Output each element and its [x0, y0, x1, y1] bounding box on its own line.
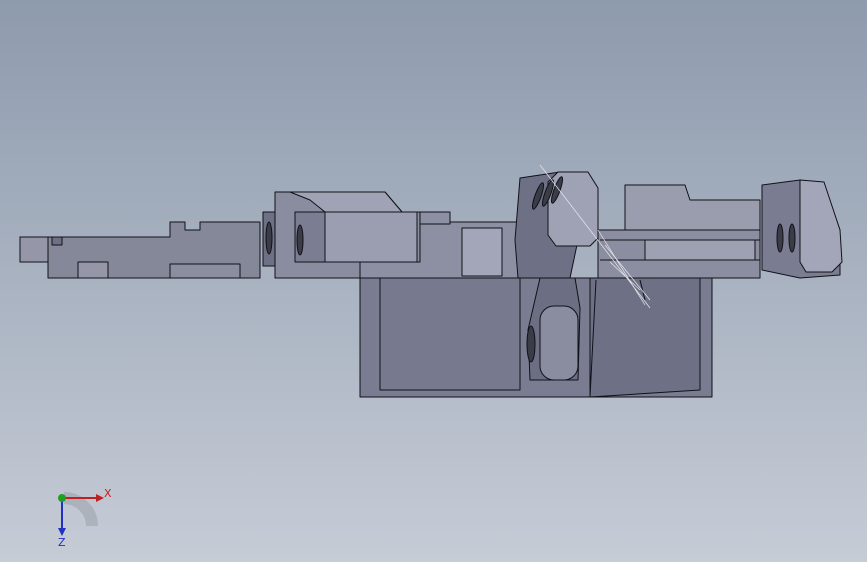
left-rail-step-1: [77, 261, 109, 279]
right-rail-top: [624, 184, 761, 231]
graphics-viewport[interactable]: X Z: [0, 0, 867, 562]
lower-housing-shade-right: [589, 277, 701, 398]
x-axis-label: X: [104, 487, 112, 500]
central-lever-head: [547, 171, 599, 247]
left-rail-notch: [51, 236, 63, 246]
y-axis-dot: [58, 494, 66, 502]
right-hole-1: [776, 223, 784, 253]
left-raised-face: [324, 211, 418, 263]
left-rail-top: [19, 236, 49, 263]
coordinate-triad: [58, 492, 104, 536]
right-hole-2: [788, 223, 796, 253]
right-clamp-head: [799, 179, 843, 273]
lower-housing-face: [379, 277, 521, 391]
triad-shadow: [63, 492, 98, 527]
left-hole-2: [296, 224, 304, 256]
z-axis-label: Z: [58, 536, 66, 549]
cad-model-view[interactable]: X Z: [0, 0, 867, 562]
left-hole-1: [265, 221, 273, 255]
pivot-link-face: [539, 305, 579, 381]
middle-plate-ledge: [419, 211, 451, 225]
right-rail-step: [644, 239, 756, 261]
left-rail-step-2: [169, 263, 241, 279]
pivot-hole: [526, 325, 536, 363]
middle-plate-insert: [461, 227, 503, 277]
